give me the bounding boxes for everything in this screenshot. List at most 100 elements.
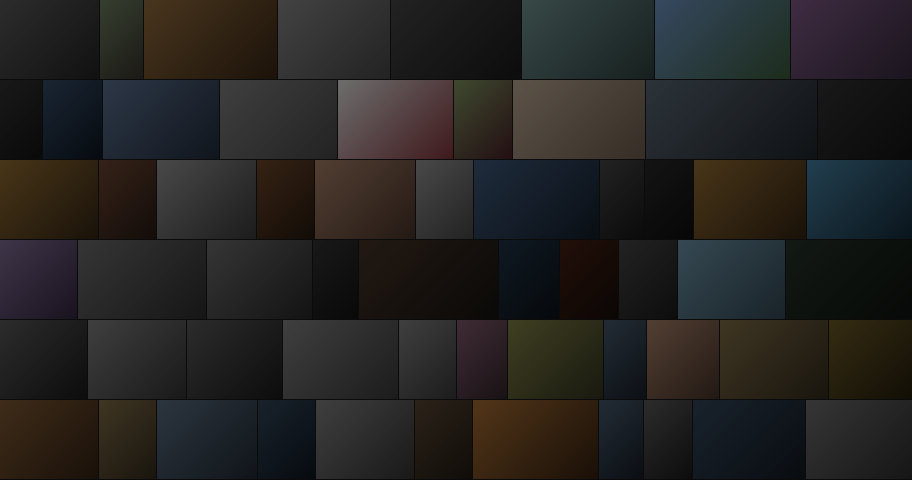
wallpaper-tile-planet-island[interactable] <box>100 0 143 79</box>
dark-overlay <box>513 80 645 159</box>
dark-overlay <box>257 160 314 239</box>
wallpaper-tile-neon-dancers[interactable] <box>786 240 912 319</box>
wallpaper-tile-minions-crowd[interactable] <box>508 320 603 399</box>
wallpaper-tile-violin-closeup[interactable] <box>99 160 156 239</box>
dark-overlay <box>416 160 473 239</box>
dark-overlay <box>207 240 312 319</box>
dark-overlay <box>144 0 277 79</box>
dark-overlay <box>806 400 912 479</box>
wallpaper-tile-captain-america[interactable] <box>157 400 257 479</box>
wallpaper-tile-abstract-text[interactable] <box>818 80 912 159</box>
wallpaper-tile-sky-map[interactable] <box>522 0 654 79</box>
wallpaper-tile-candles[interactable] <box>560 240 618 319</box>
wallpaper-tile-sea-birds[interactable] <box>99 400 156 479</box>
dark-overlay <box>655 0 790 79</box>
wallpaper-tile-dark-forest[interactable] <box>0 80 42 159</box>
wallpaper-tile-abstract-swirl[interactable] <box>791 0 912 79</box>
wallpaper-tile-bleeding-hearts[interactable] <box>454 80 512 159</box>
dark-overlay <box>338 80 453 159</box>
dark-overlay <box>283 320 398 399</box>
wallpaper-tile-silhouette-hill[interactable] <box>807 160 912 239</box>
wallpaper-tile-forest-silhouette[interactable] <box>693 400 805 479</box>
wallpaper-tile-dark-flowers[interactable] <box>600 160 644 239</box>
wallpaper-tile-red-berries[interactable] <box>338 80 453 159</box>
wallpaper-tile-rally-car[interactable] <box>316 400 414 479</box>
dark-overlay <box>522 0 654 79</box>
dark-overlay <box>88 320 186 399</box>
wallpaper-tile-cat-face[interactable] <box>207 240 312 319</box>
dark-overlay <box>619 240 677 319</box>
wallpaper-tile-city-lights[interactable] <box>258 400 315 479</box>
wallpaper-tile-jet-on-snow[interactable] <box>399 320 456 399</box>
dark-overlay <box>678 240 785 319</box>
wallpaper-tile-coffee-cup[interactable] <box>257 160 314 239</box>
wallpaper-row <box>0 80 912 159</box>
wallpaper-tile-gold-stripes[interactable] <box>829 320 912 399</box>
wallpaper-tile-moon-ocean[interactable] <box>678 240 785 319</box>
dark-overlay <box>278 0 390 79</box>
wallpaper-tile-water-drops[interactable] <box>220 80 337 159</box>
dark-overlay <box>0 160 98 239</box>
wallpaper-tile-minion-painting[interactable] <box>720 320 828 399</box>
wallpaper-row <box>0 0 912 79</box>
wallpaper-tile-purple-flowers[interactable] <box>103 80 219 159</box>
dark-overlay <box>415 400 472 479</box>
wallpaper-tile-wood-heart[interactable] <box>647 320 719 399</box>
wallpaper-tile-snow-birds[interactable] <box>283 320 398 399</box>
dark-overlay <box>786 240 912 319</box>
dark-overlay <box>103 80 219 159</box>
wallpaper-tile-minions-dessert[interactable] <box>457 320 507 399</box>
wallpaper-tile-sea-sunset[interactable] <box>473 400 598 479</box>
wallpaper-tile-floating-hearts[interactable] <box>604 320 646 399</box>
wallpaper-tile-cat-sunglasses[interactable] <box>157 160 256 239</box>
wallpaper-tile-violin-sunset[interactable] <box>0 160 98 239</box>
dark-overlay <box>694 160 806 239</box>
wallpaper-tile-colorful-lion[interactable] <box>0 240 77 319</box>
wallpaper-tile-locomotive[interactable] <box>0 0 99 79</box>
dark-overlay <box>646 80 817 159</box>
wallpaper-tile-sailboat[interactable] <box>599 400 643 479</box>
dark-overlay <box>78 240 206 319</box>
wallpaper-tile-floating-island[interactable] <box>655 0 790 79</box>
wallpaper-tile-stormy-rock[interactable] <box>806 400 912 479</box>
wallpaper-tile-fighter-jet[interactable] <box>88 320 186 399</box>
wallpaper-collage <box>0 0 912 480</box>
dark-overlay <box>599 400 643 479</box>
wallpaper-tile-apple-x[interactable] <box>391 0 521 79</box>
wallpaper-tile-mossy-rocks[interactable] <box>415 400 472 479</box>
wallpaper-tile-jumping-dog[interactable] <box>644 400 692 479</box>
wallpaper-tile-rolls-royce[interactable] <box>0 320 87 399</box>
dark-overlay <box>99 400 156 479</box>
wallpaper-tile-flower-arrow[interactable] <box>278 0 390 79</box>
wallpaper-tile-gorilla-scene[interactable] <box>78 240 206 319</box>
wallpaper-tile-candy-hearts[interactable] <box>513 80 645 159</box>
wallpaper-tile-dark-street[interactable] <box>313 240 358 319</box>
dark-overlay <box>604 320 646 399</box>
dark-overlay <box>644 400 692 479</box>
dark-overlay <box>0 240 77 319</box>
dark-overlay <box>829 320 912 399</box>
wallpaper-tile-tower[interactable] <box>619 240 677 319</box>
dark-overlay <box>315 160 415 239</box>
dark-overlay <box>391 0 521 79</box>
wallpaper-tile-volcano-tree[interactable] <box>359 240 498 319</box>
wallpaper-tile-mustang-car[interactable] <box>187 320 282 399</box>
wallpaper-tile-orca-jump[interactable] <box>474 160 599 239</box>
wallpaper-tile-blue-hand[interactable] <box>499 240 559 319</box>
dark-overlay <box>0 320 87 399</box>
dark-overlay <box>99 160 156 239</box>
wallpaper-tile-besiktas-logo[interactable] <box>645 160 693 239</box>
dark-overlay <box>359 240 498 319</box>
dark-overlay <box>157 400 257 479</box>
dark-overlay <box>0 0 99 79</box>
wallpaper-tile-sun-rays[interactable] <box>144 0 277 79</box>
wallpaper-tile-clouds-sunset[interactable] <box>0 400 98 479</box>
dark-overlay <box>600 160 644 239</box>
wallpaper-tile-sleeping-puppy[interactable] <box>416 160 473 239</box>
dark-overlay <box>693 400 805 479</box>
wallpaper-tile-field-sunset[interactable] <box>694 160 806 239</box>
wallpaper-tile-space-light[interactable] <box>646 80 817 159</box>
dark-overlay <box>473 400 598 479</box>
wallpaper-tile-earth-night[interactable] <box>43 80 102 159</box>
wallpaper-tile-flower-bouquet[interactable] <box>315 160 415 239</box>
